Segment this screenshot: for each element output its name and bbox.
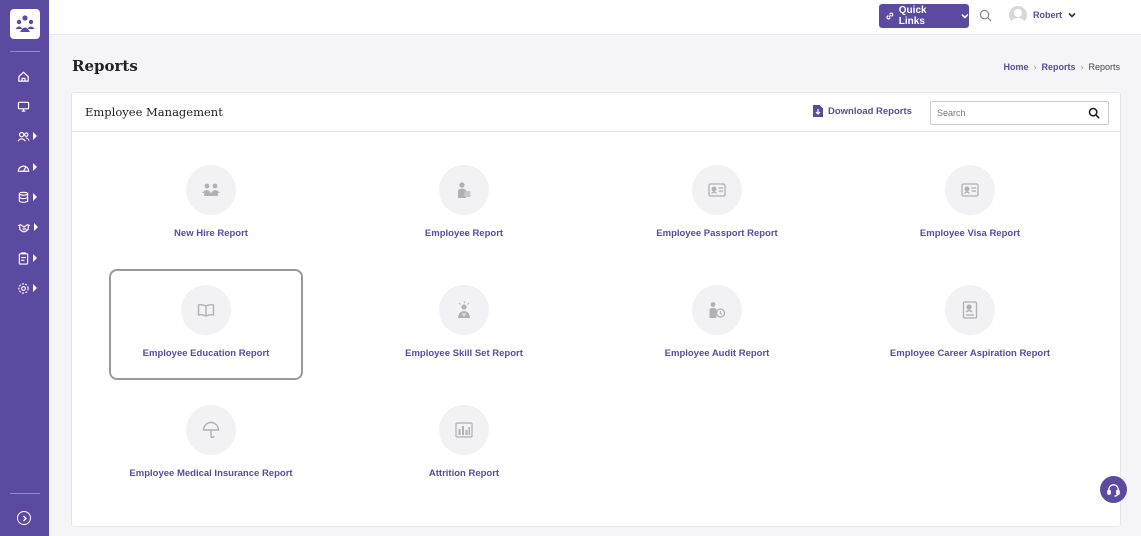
chevron-right-icon [33, 254, 37, 262]
link-icon [886, 12, 894, 20]
report-label: Employee Medical Insurance Report [129, 468, 293, 479]
team-logo-icon [15, 15, 35, 32]
report-label: Employee Education Report [142, 348, 270, 359]
settings-icon [18, 282, 29, 294]
database-icon [18, 191, 29, 203]
top-bar [49, 0, 1141, 35]
report-label: Employee Visa Report [919, 228, 1021, 239]
report-tile-medical-insurance[interactable]: Employee Medical Insurance Report [114, 389, 308, 499]
breadcrumb-separator-icon: › [1080, 62, 1084, 72]
sidebar-item-monitor[interactable] [0, 95, 49, 117]
report-icon-circle [439, 165, 489, 215]
sidebar-divider [10, 51, 40, 52]
report-icon-circle [439, 285, 489, 335]
home-icon [18, 71, 29, 82]
chevron-right-icon [22, 515, 27, 521]
quick-links-label: Quick Links [898, 5, 927, 27]
breadcrumb-home[interactable]: Home [1003, 62, 1028, 72]
report-tile-education[interactable]: Employee Education Report [109, 269, 303, 380]
sidebar-item-home[interactable] [0, 65, 49, 87]
avatar [1009, 6, 1027, 24]
card-title: Employee Management [85, 105, 223, 119]
breadcrumb: Home › Reports › Reports [1003, 62, 1120, 72]
team-icon [202, 183, 220, 196]
report-label: Employee Passport Report [656, 228, 778, 239]
report-icon-circle [945, 285, 995, 335]
chevron-right-icon [33, 132, 37, 140]
report-icon-circle [181, 285, 231, 335]
report-tile-visa[interactable]: Employee Visa Report [873, 149, 1067, 259]
visa-card-icon [961, 183, 979, 197]
download-file-icon [813, 105, 823, 117]
report-tile-passport[interactable]: Employee Passport Report [620, 149, 814, 259]
chevron-down-icon [961, 13, 969, 19]
help-support-button[interactable] [1100, 476, 1127, 503]
id-card-icon [708, 183, 726, 197]
users-icon [17, 131, 30, 142]
handshake-icon [17, 223, 31, 232]
chevron-right-icon [33, 163, 37, 171]
person-badge-icon [458, 182, 471, 198]
quick-links-button[interactable]: Quick Links [879, 4, 969, 28]
report-icon-circle [186, 405, 236, 455]
report-label: Employee Report [424, 228, 504, 239]
report-tile-attrition[interactable]: Attrition Report [367, 389, 561, 499]
search-input[interactable] [937, 103, 1087, 123]
monitor-icon [17, 101, 30, 112]
report-label: Attrition Report [428, 468, 500, 479]
report-label: New Hire Report [174, 228, 248, 239]
app-logo[interactable] [10, 9, 40, 39]
report-icon-circle [945, 165, 995, 215]
career-document-icon [962, 301, 978, 319]
sidebar [0, 0, 49, 536]
reports-card: Employee Management Download Reports New… [71, 92, 1121, 527]
sidebar-item-database[interactable] [0, 186, 49, 208]
report-tile-audit[interactable]: Employee Audit Report [620, 269, 814, 379]
report-icon-circle [439, 405, 489, 455]
umbrella-icon [202, 421, 220, 439]
chevron-right-icon [33, 193, 37, 201]
book-icon [197, 303, 215, 317]
breadcrumb-current: Reports [1088, 62, 1120, 72]
report-icon-circle [692, 165, 742, 215]
report-tile-employee[interactable]: Employee Report [367, 149, 561, 259]
report-label: Employee Audit Report [664, 348, 770, 359]
page-title: Reports [72, 57, 138, 75]
expand-sidebar-button[interactable] [17, 511, 31, 525]
report-tile-new-hire[interactable]: New Hire Report [114, 149, 308, 259]
sidebar-item-settings[interactable] [0, 277, 49, 299]
download-reports-label: Download Reports [828, 105, 912, 117]
download-reports-button[interactable]: Download Reports [813, 105, 912, 117]
search-icon [979, 9, 992, 22]
sidebar-item-users[interactable] [0, 125, 49, 147]
report-icon-circle [186, 165, 236, 215]
clipboard-icon [18, 251, 29, 265]
sidebar-divider [10, 493, 40, 494]
report-label: Employee Career Aspiration Report [889, 348, 1051, 359]
report-tile-career-aspiration[interactable]: Employee Career Aspiration Report [873, 269, 1067, 379]
sidebar-item-dashboard[interactable] [0, 156, 49, 178]
breadcrumb-separator-icon: › [1033, 62, 1037, 72]
headset-icon [1107, 484, 1120, 497]
bar-chart-icon [455, 422, 473, 438]
report-label: Employee Skill Set Report [405, 348, 523, 359]
report-tile-skill-set[interactable]: Employee Skill Set Report [367, 269, 561, 379]
breadcrumb-reports[interactable]: Reports [1041, 62, 1075, 72]
user-menu[interactable]: Robert [1009, 6, 1076, 24]
card-header: Employee Management Download Reports [72, 93, 1120, 132]
user-name: Robert [1033, 10, 1062, 20]
dashboard-icon [17, 165, 30, 172]
chevron-down-icon [1068, 12, 1076, 18]
chevron-right-icon [33, 284, 37, 292]
report-icon-circle [692, 285, 742, 335]
chevron-right-icon [34, 223, 38, 231]
top-search-button[interactable] [979, 9, 992, 27]
search-icon[interactable] [1088, 107, 1100, 119]
audit-person-icon [709, 302, 726, 318]
skill-person-icon [458, 301, 470, 318]
sidebar-item-clipboard[interactable] [0, 247, 49, 269]
report-search [930, 101, 1109, 125]
sidebar-item-handshake[interactable] [0, 216, 49, 238]
